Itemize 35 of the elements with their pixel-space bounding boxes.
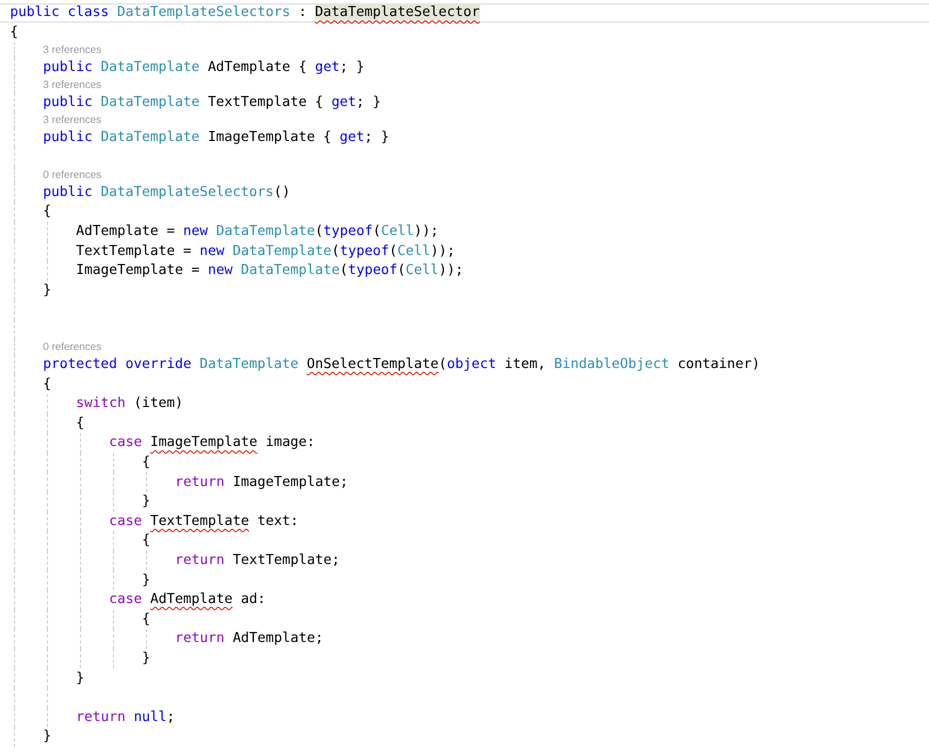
code-line: return TextTemplate; bbox=[175, 551, 340, 570]
code-line: return ImageTemplate; bbox=[175, 472, 348, 492]
code-line: case ImageTemplate image: bbox=[109, 433, 316, 452]
code-line: { bbox=[43, 202, 52, 222]
code-line: { bbox=[10, 22, 18, 42]
code-line: ImageTemplate = new DataTemplate(typeof(Cell)); bbox=[76, 261, 464, 280]
code-line: { bbox=[142, 531, 150, 550]
code-line: return null; bbox=[76, 708, 175, 727]
code-line: } bbox=[142, 649, 150, 668]
code-line: AdTemplate = new DataTemplate(typeof(Cell)); bbox=[76, 222, 439, 242]
code-line: { bbox=[43, 374, 52, 394]
code-line: TextTemplate = new DataTemplate(typeof(Cell)); bbox=[76, 242, 456, 261]
code-line: } bbox=[142, 570, 150, 590]
code-line: public DataTemplate ImageTemplate { get; } bbox=[43, 128, 390, 148]
code-line: public class DataTemplateSelectors : DataTemplateSelector bbox=[10, 3, 480, 22]
code-line: { bbox=[142, 610, 150, 629]
code-line: protected override DataTemplate OnSelectTemplate(object item, BindableObject container) bbox=[43, 355, 760, 374]
code-line: } bbox=[43, 280, 52, 300]
reference-count-link[interactable]: 3 references bbox=[43, 114, 102, 126]
code-line: } bbox=[43, 727, 52, 746]
reference-count-link[interactable]: 0 references bbox=[43, 170, 102, 180]
code-line: switch (item) bbox=[76, 394, 184, 414]
code-line: { bbox=[142, 453, 150, 472]
code-line: public DataTemplate AdTemplate { get; } bbox=[43, 58, 364, 77]
code-line: case TextTemplate text: bbox=[109, 512, 299, 531]
code-line: } bbox=[76, 668, 84, 688]
code-line: } bbox=[142, 492, 150, 512]
code-line: case AdTemplate ad: bbox=[109, 590, 266, 610]
reference-count-link[interactable]: 3 references bbox=[43, 44, 102, 56]
reference-count-link[interactable]: 3 references bbox=[43, 80, 102, 90]
code-line: { bbox=[76, 414, 84, 433]
reference-count-link[interactable]: 0 references bbox=[43, 342, 102, 352]
code-line: public DataTemplateSelectors() bbox=[43, 182, 290, 202]
code-line: return AdTemplate; bbox=[175, 629, 324, 648]
code-line: public DataTemplate TextTemplate { get; } bbox=[43, 93, 381, 112]
